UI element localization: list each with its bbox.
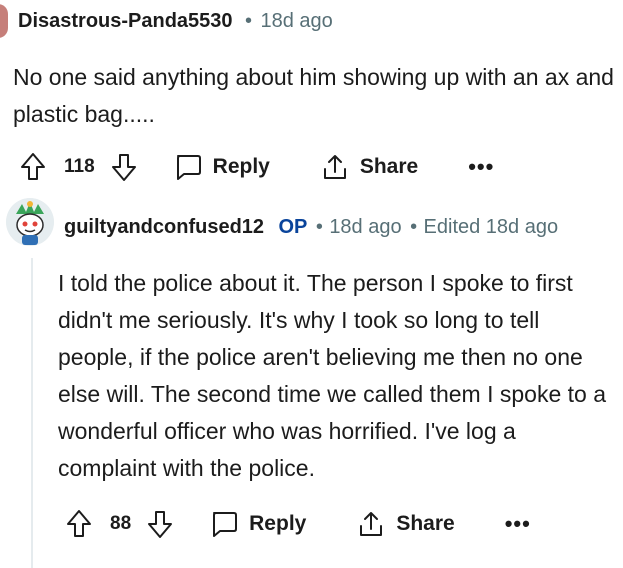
action-bar: 88 Reply Share ••• [66,509,531,539]
comment-body: No one said anything about him showing u… [13,64,614,127]
downvote-icon [148,511,173,538]
reply-label: Reply [212,155,270,178]
action-bar: 118 Reply Share ••• [20,152,494,182]
share-button[interactable]: Share [320,152,418,182]
comment-body: I told the police about it. The person I… [58,270,607,481]
snoo-avatar-icon [6,198,54,246]
edited-label: Edited 18d ago [423,216,559,238]
more-icon[interactable]: ••• [468,156,494,178]
downvote-icon [111,154,136,181]
reply-icon [213,512,238,537]
share-button[interactable]: Share [356,509,455,539]
timestamp[interactable]: 18d ago [329,216,401,238]
upvote-button[interactable] [20,152,46,182]
share-label: Share [359,155,419,178]
avatar[interactable] [0,4,8,38]
downvote-button[interactable] [111,152,137,182]
comment-header: Disastrous-Panda5530 • 18d ago [18,10,333,33]
author-name[interactable]: Disastrous-Panda5530 [18,10,233,32]
share-label: Share [396,512,455,535]
upvote-button[interactable] [66,509,92,539]
reply-button[interactable]: Reply [209,509,306,539]
upvote-icon [67,510,91,537]
vote-count: 88 [110,513,132,534]
op-badge: OP [278,216,308,238]
share-icon [360,512,383,536]
comment-header: guiltyandconfused12 OP • 18d ago • Edite… [64,216,558,239]
timestamp[interactable]: 18d ago [260,10,332,32]
reply-button[interactable]: Reply [173,152,270,182]
avatar[interactable] [6,198,54,246]
more-icon[interactable]: ••• [505,513,531,535]
separator: • [245,10,253,32]
reply-label: Reply [249,512,307,535]
vote-count: 118 [64,156,95,177]
separator: • [410,216,418,238]
separator: • [315,216,323,238]
downvote-button[interactable] [147,509,173,539]
upvote-icon [21,153,45,180]
share-icon [323,155,346,179]
thread-line[interactable] [31,258,33,568]
reply-icon [176,155,201,180]
author-name[interactable]: guiltyandconfused12 [64,216,264,238]
